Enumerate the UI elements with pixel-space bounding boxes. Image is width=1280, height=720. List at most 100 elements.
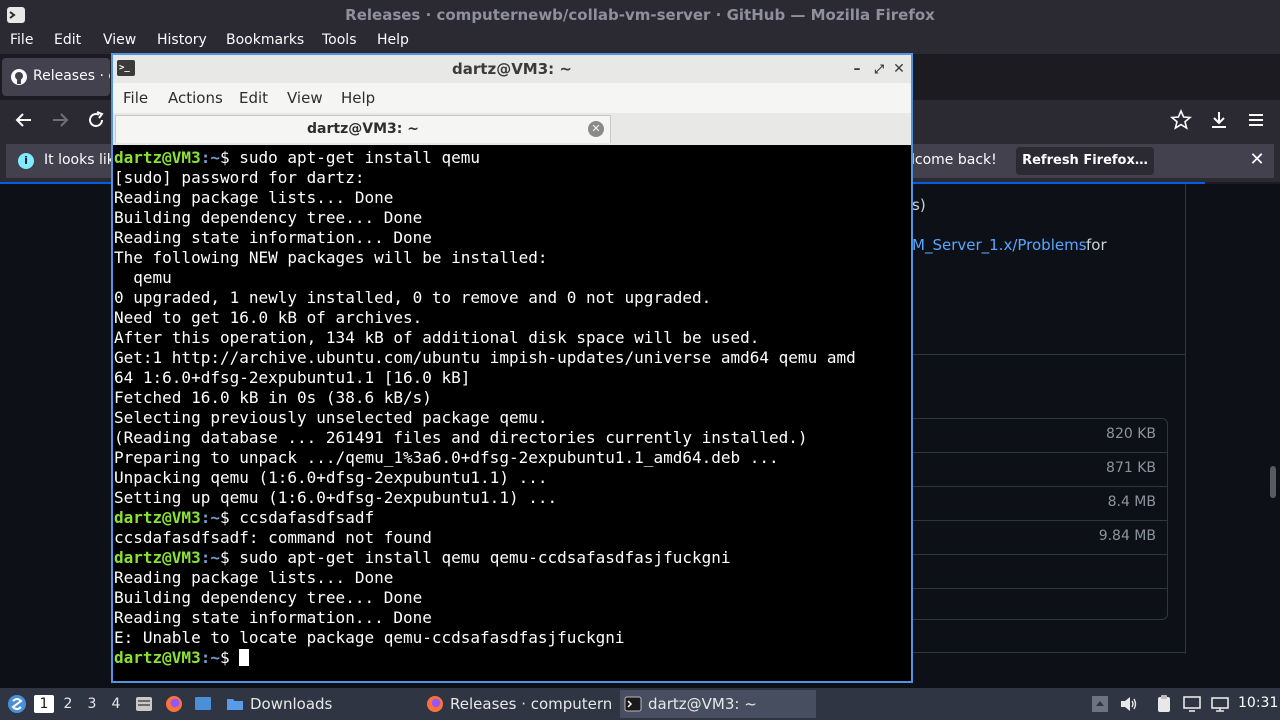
refresh-firefox-button[interactable]: Refresh Firefox… [1016, 147, 1154, 175]
prompt-user: dartz@VM3 [114, 148, 201, 167]
reload-icon[interactable] [85, 109, 107, 131]
firefox-app-icon [7, 7, 25, 23]
volume-icon[interactable] [1118, 694, 1138, 714]
downloads-icon[interactable] [1208, 109, 1230, 131]
assets-list: 820 KB 871 KB 8.4 MB 9.84 MB [912, 418, 1168, 620]
bookmark-star-icon[interactable] [1170, 109, 1192, 131]
terminal-menu-file[interactable]: File [123, 89, 148, 107]
file-manager-launcher-icon[interactable] [134, 694, 154, 714]
terminal-menu-edit[interactable]: Edit [239, 89, 268, 107]
terminal-output-line: Setting up qemu (1:6.0+dfsg-2expubuntu1.… [114, 488, 558, 507]
terminal-output-line: Building dependency tree... Done [114, 208, 423, 227]
terminal-output-line: (Reading database ... 261491 files and d… [114, 428, 808, 447]
terminal-window-title: dartz@VM3: ~ [452, 60, 572, 78]
terminal-output-line: Get:1 http://archive.ubuntu.com/ubuntu i… [114, 348, 856, 367]
terminal-menu-view[interactable]: View [287, 89, 323, 107]
terminal-output-line: Reading state information... Done [114, 228, 432, 247]
asset-row[interactable]: 820 KB [912, 419, 1168, 453]
terminal-menu-actions[interactable]: Actions [168, 89, 223, 107]
task-terminal[interactable]: dartz@VM3: ~ [620, 690, 816, 718]
menu-history[interactable]: History [157, 32, 207, 48]
page-scrollbar-thumb[interactable] [1270, 466, 1276, 498]
terminal-prompt-line: dartz@VM3:~$ ccsdafasdfsadf [114, 508, 911, 528]
problems-link[interactable]: M_Server_1.x/Problems [912, 236, 1087, 254]
terminal-icon [624, 696, 642, 712]
prompt-path: :~ [200, 648, 220, 667]
terminal-output-line: After this operation, 134 kB of addition… [114, 328, 760, 347]
firefox-tab-releases[interactable]: Releases · c [2, 58, 110, 96]
clock[interactable]: 10:31 [1238, 695, 1278, 711]
asset-size: 871 KB [1106, 460, 1156, 476]
workspace-1[interactable]: 1 [34, 695, 54, 713]
prompt-user: dartz@VM3 [114, 508, 201, 527]
task-label: Downloads [250, 695, 333, 713]
workspace-2[interactable]: 2 [58, 695, 78, 713]
terminal-output-line: 0 upgraded, 1 newly installed, 0 to remo… [114, 288, 712, 307]
asset-row[interactable]: 9.84 MB [912, 521, 1168, 555]
terminal-output-line: qemu [114, 268, 172, 287]
terminal-output-line: Unpacking qemu (1:6.0+dfsg-2expubuntu1.1… [114, 468, 548, 487]
workspace-3[interactable]: 3 [82, 695, 102, 713]
terminal-output-line: 64 1:6.0+dfsg-2expubuntu1.1 [16.0 kB] [114, 368, 471, 387]
page-text-fragment: s) [912, 196, 926, 214]
network-icon[interactable] [1210, 694, 1230, 714]
terminal-output-line: Reading state information... Done [114, 608, 432, 627]
menu-file[interactable]: File [10, 32, 33, 48]
prompt-command: $ ccsdafasdfsadf [219, 508, 375, 527]
asset-size: 820 KB [1106, 426, 1156, 442]
folder-icon [227, 699, 243, 710]
desktop-launcher-icon[interactable] [193, 694, 213, 714]
menu-help[interactable]: Help [377, 32, 409, 48]
terminal-output-line: Need to get 16.0 kB of archives. [114, 308, 423, 327]
info-icon: i [18, 153, 34, 169]
tray-up-arrow-icon[interactable] [1090, 694, 1110, 714]
terminal-output-line: E: Unable to locate package qemu-ccdsafa… [114, 628, 625, 647]
display-icon[interactable] [1182, 694, 1202, 714]
close-notification-icon[interactable]: ✕ [1246, 149, 1268, 171]
terminal-output[interactable]: dartz@VM3:~$ sudo apt-get install qemu [s… [113, 145, 911, 681]
forward-arrow-icon[interactable] [49, 109, 71, 131]
firefox-menubar: File Edit View History Bookmarks Tools H… [0, 30, 1280, 54]
asset-row[interactable] [912, 555, 1168, 589]
task-label: Releases · computern… [450, 695, 614, 713]
terminal-output-line: The following NEW packages will be insta… [114, 248, 548, 267]
taskbar: 1 2 3 4 Downloads Releases · computern… … [0, 688, 1280, 720]
terminal-prompt-line: dartz@VM3:~$ sudo apt-get install qemu q… [114, 548, 911, 568]
notification-text-right: lcome back! [911, 152, 997, 168]
hamburger-menu-icon[interactable] [1245, 109, 1267, 131]
terminal-title-bar[interactable]: >_ dartz@VM3: ~ – ⤢ ✕ [113, 55, 911, 83]
task-downloads[interactable]: Downloads [222, 690, 412, 718]
terminal-output-line: ccsdafasdfsadf: command not found [114, 528, 432, 547]
terminal-output-line: Reading package lists... Done [114, 568, 394, 587]
terminal-app-icon: >_ [117, 60, 135, 76]
clipboard-icon[interactable] [1154, 694, 1174, 714]
back-arrow-icon[interactable] [13, 109, 35, 131]
terminal-menu-help[interactable]: Help [341, 89, 375, 107]
close-window-icon[interactable]: ✕ [889, 59, 909, 79]
task-firefox[interactable]: Releases · computern… [422, 690, 614, 718]
terminal-prompt-line: dartz@VM3:~$ [114, 648, 911, 668]
sidebar-divider [1185, 184, 1186, 654]
terminal-output-line: [sudo] password for dartz: [114, 168, 365, 187]
workspace-4[interactable]: 4 [106, 695, 126, 713]
asset-row[interactable]: 871 KB [912, 453, 1168, 487]
start-menu-icon[interactable] [6, 693, 28, 715]
firefox-launcher-icon[interactable] [164, 694, 184, 714]
terminal-cursor [239, 649, 250, 666]
maximize-icon[interactable]: ⤢ [869, 59, 889, 79]
prompt-path: :~ [200, 508, 220, 527]
menu-tools[interactable]: Tools [322, 32, 357, 48]
terminal-output-line: Reading package lists... Done [114, 188, 394, 207]
menu-bookmarks[interactable]: Bookmarks [226, 32, 304, 48]
minimize-icon[interactable]: – [847, 59, 867, 79]
menu-edit[interactable]: Edit [54, 32, 81, 48]
terminal-tab[interactable]: dartz@VM3: ~ ✕ [115, 115, 611, 143]
prompt-user: dartz@VM3 [114, 548, 201, 567]
terminal-tab-bar: dartz@VM3: ~ ✕ [113, 113, 911, 145]
firefox-tab-label: Releases · c [33, 68, 110, 84]
asset-row[interactable]: 8.4 MB [912, 487, 1168, 521]
close-tab-icon[interactable]: ✕ [588, 121, 604, 137]
menu-view[interactable]: View [103, 32, 136, 48]
terminal-output-line: Fetched 16.0 kB in 0s (38.6 kB/s) [114, 388, 432, 407]
prompt-command: $ [219, 648, 240, 667]
